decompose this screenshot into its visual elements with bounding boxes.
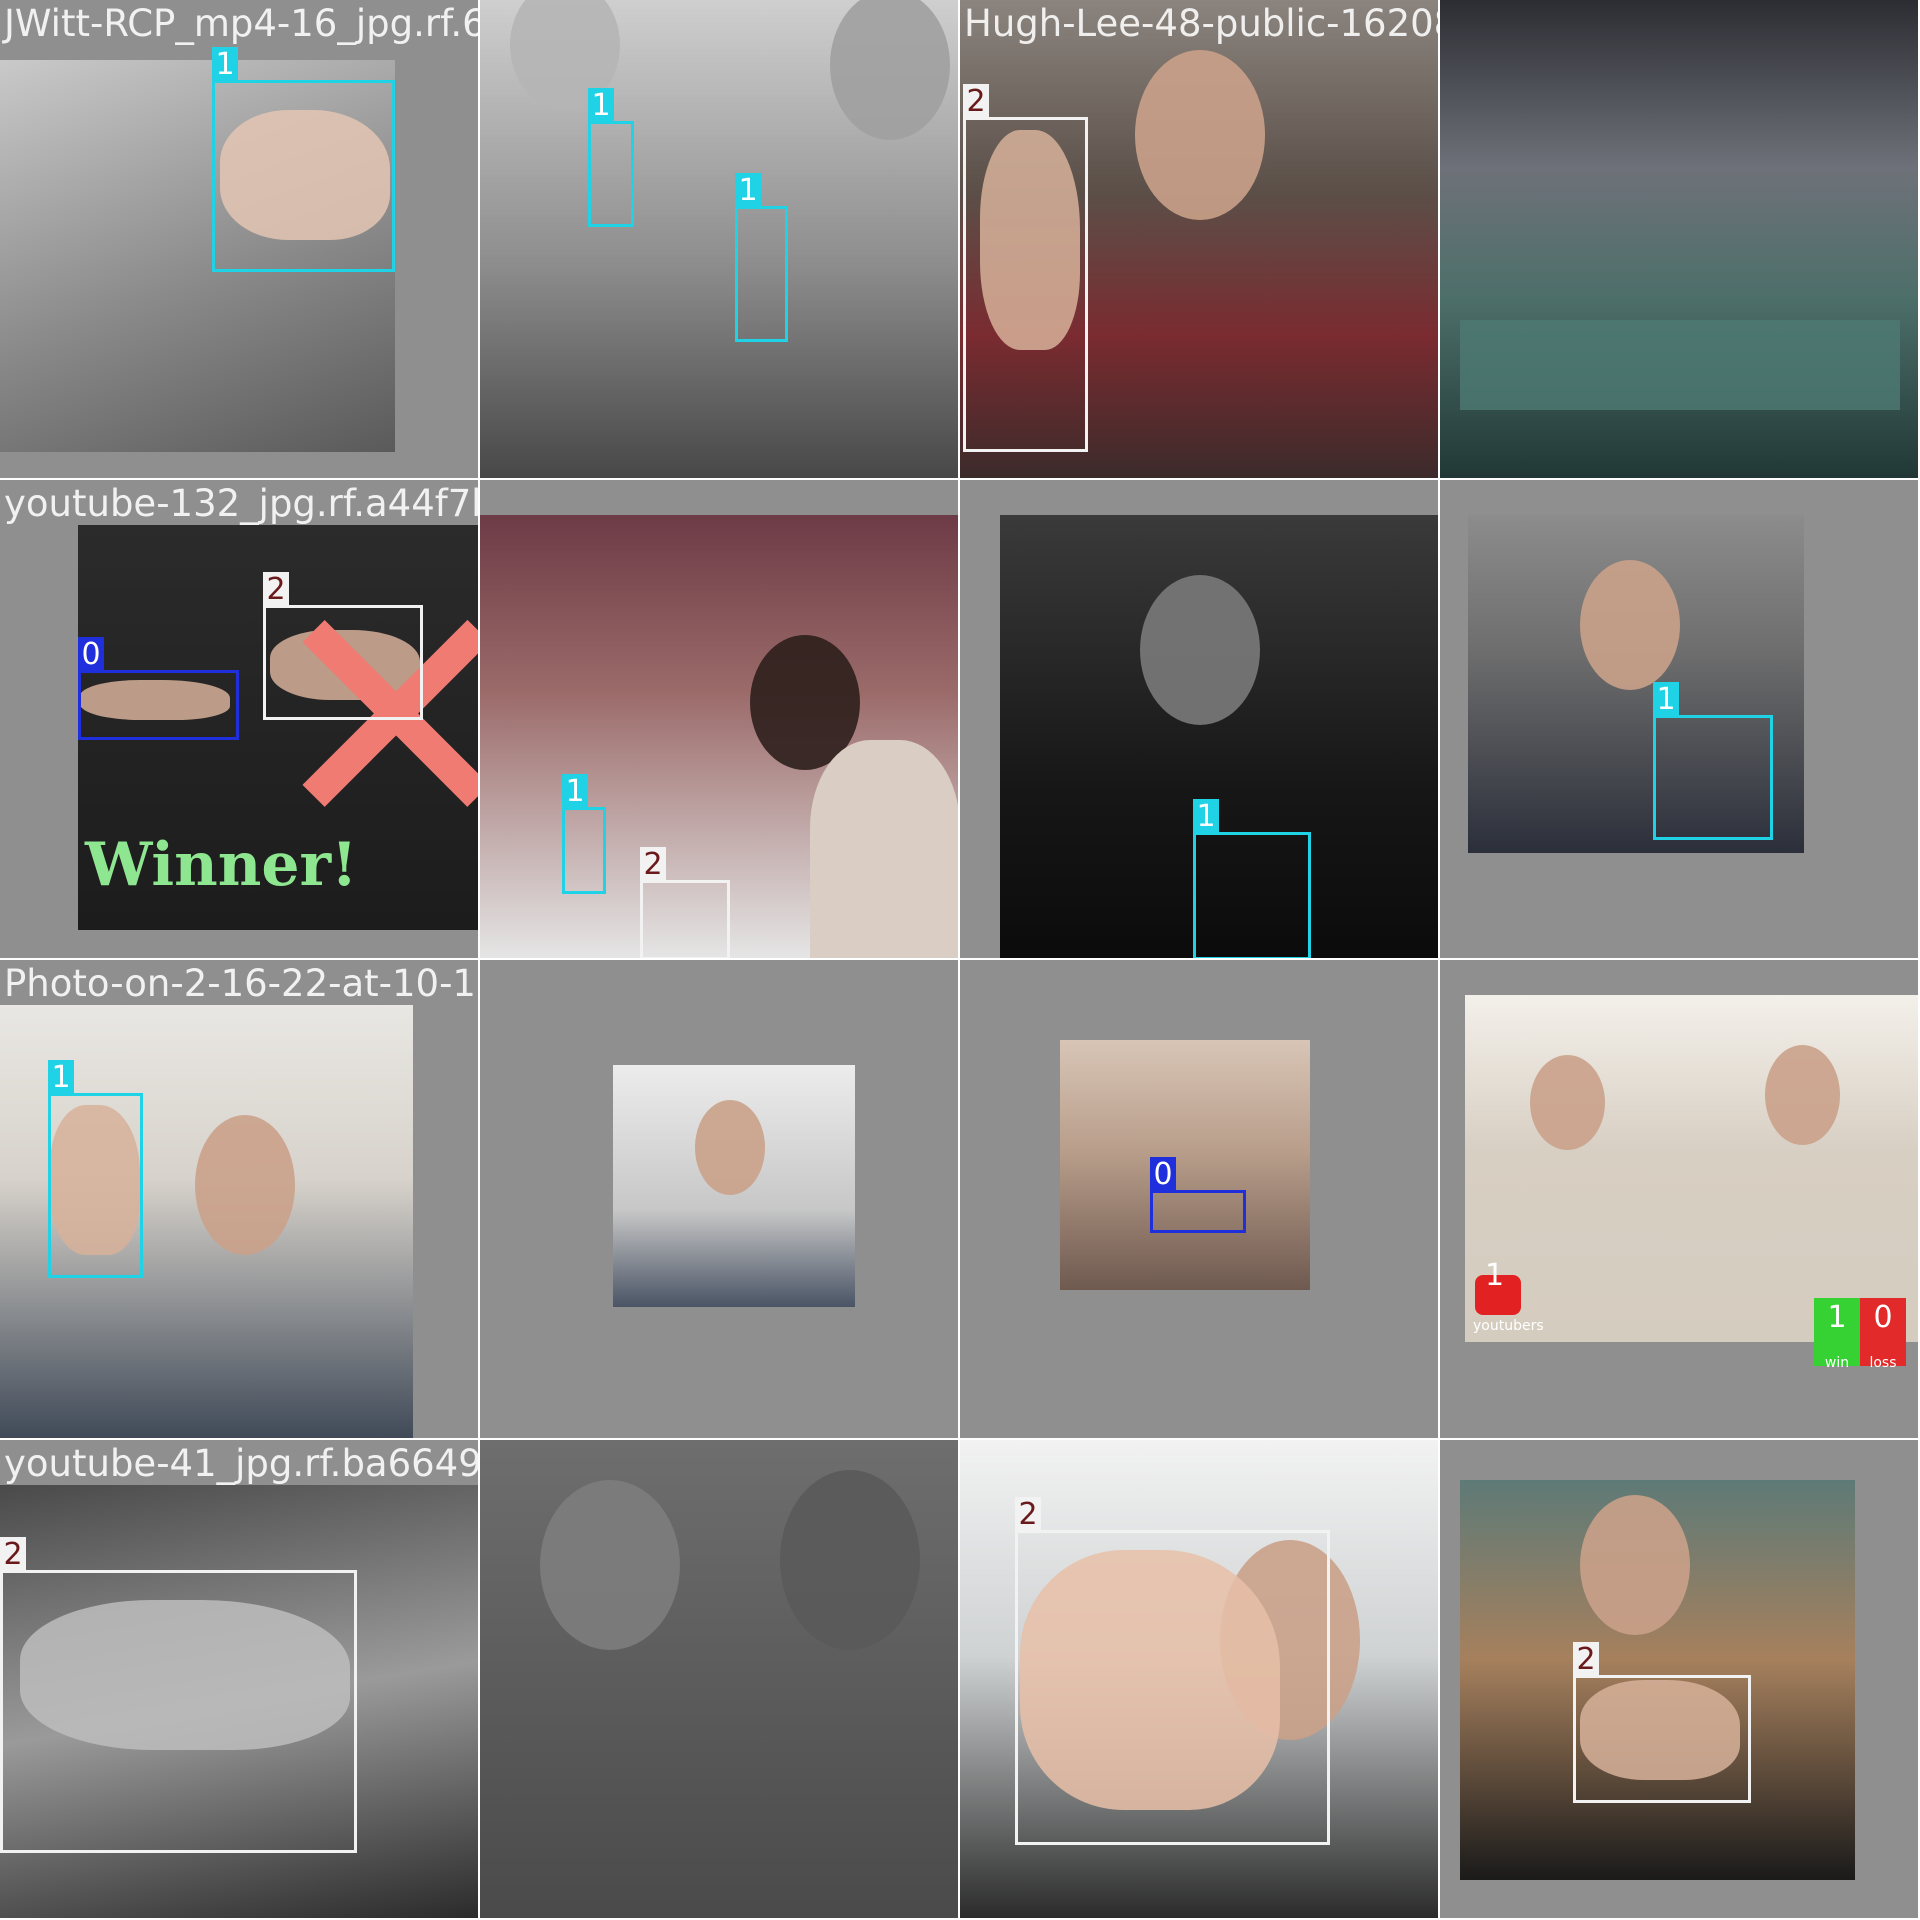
bbox-class-0: 0	[1150, 1157, 1246, 1233]
bbox-class-2: 2	[963, 84, 1088, 452]
tile-1: 1 JWitt-RCP_mp4-16_jpg.rf.6639ca5ff0eae2…	[0, 0, 480, 480]
tile-9: 1 Photo-on-2-16-22-at-10-19-AM-10_jpg.rf…	[0, 960, 480, 1440]
bbox-label: 1	[48, 1060, 74, 1096]
tile-title: Photo-on-2-16-22-at-10-19-AM-10_jpg.rf.6…	[4, 962, 478, 1005]
bbox-label: 1	[562, 774, 588, 810]
bbox-class-1: 1	[1653, 682, 1773, 840]
tile-title: youtube-132_jpg.rf.a44f7b270121 6bd96 94…	[4, 482, 478, 525]
tile-title: Hugh-Lee-48-public-1620849831752_ipsd-jp…	[964, 2, 1438, 45]
bbox-class-2: 2	[0, 1537, 357, 1853]
win-label: win	[1824, 1355, 1850, 1371]
person-face	[1140, 575, 1260, 725]
class-tag: 1	[1485, 1258, 1505, 1293]
tile-10	[480, 960, 960, 1440]
tile-11: 0	[960, 960, 1440, 1440]
win-count: 1	[1827, 1300, 1847, 1335]
bbox-label: 2	[963, 84, 989, 120]
bbox-label: 2	[263, 572, 289, 608]
bbox-class-1: 1	[48, 1060, 143, 1278]
person-face	[1530, 1055, 1605, 1150]
person-body	[810, 740, 958, 958]
tile-7: 1	[960, 480, 1440, 960]
person-head	[780, 1470, 920, 1650]
bbox-class-1: 1	[1193, 799, 1311, 958]
person-face	[695, 1100, 765, 1195]
bbox-class-1: 1	[588, 88, 634, 227]
photo	[1465, 995, 1918, 1342]
youtubers-label: youtubers	[1473, 1318, 1544, 1334]
person-head	[540, 1480, 680, 1650]
bbox-label: 1	[1193, 799, 1219, 835]
bbox-label: 2	[1573, 1642, 1599, 1678]
bbox-class-2: 2	[263, 572, 423, 720]
bbox-label: 2	[640, 847, 666, 883]
person-face	[1580, 560, 1680, 690]
bbox-label: 1	[212, 47, 238, 83]
win-score: 1 win	[1814, 1298, 1860, 1371]
bbox-class-2: 2	[1573, 1642, 1751, 1803]
bbox-class-2: 2	[1015, 1497, 1330, 1845]
photo	[1060, 1040, 1310, 1290]
tile-2: 1 1	[480, 0, 960, 480]
bbox-label: 1	[1653, 682, 1679, 718]
bbox-label: 2	[0, 1537, 26, 1573]
winner-text: Winner!	[85, 830, 358, 900]
bbox-class-1: 1	[735, 173, 788, 342]
tile-12: youtubers 1 win 0 loss 1	[1440, 960, 1920, 1440]
person-face	[1580, 1495, 1690, 1635]
bbox-class-1: 1	[562, 774, 606, 894]
tile-title: JWitt-RCP_mp4-16_jpg.rf.6639ca5ff0eae2bb…	[4, 2, 480, 45]
tile-5: ✕ Winner! 0 2 youtube-132_jpg.rf.a44f7b2…	[0, 480, 480, 960]
pool-water	[1460, 320, 1900, 410]
loss-label: loss	[1869, 1355, 1897, 1371]
tile-8: 1	[1440, 480, 1920, 960]
tile-15: 2	[960, 1440, 1440, 1920]
tile-3: 2 Hugh-Lee-48-public-1620849831752_ipsd-…	[960, 0, 1440, 480]
tile-6: 1 2	[480, 480, 960, 960]
loss-score: 0 loss	[1860, 1298, 1906, 1371]
bbox-label: 2	[1015, 1497, 1041, 1533]
bbox-class-1: 1	[212, 47, 395, 272]
bbox-label: 1	[588, 88, 614, 124]
loss-count: 0	[1873, 1300, 1893, 1335]
person-face	[1765, 1045, 1840, 1145]
bbox-label: 1	[735, 173, 761, 209]
detection-mosaic: 1 JWitt-RCP_mp4-16_jpg.rf.6639ca5ff0eae2…	[0, 0, 1920, 1920]
tile-4	[1440, 0, 1920, 480]
bbox-label: 0	[1150, 1157, 1176, 1193]
tile-14	[480, 1440, 960, 1920]
tile-13: 2 youtube-41_jpg.rf.ba664953 24e42 2-Re4…	[0, 1440, 480, 1920]
person-face	[1135, 50, 1265, 220]
bbox-class-0: 0	[78, 637, 239, 740]
tile-16: 2	[1440, 1440, 1920, 1920]
person-face	[195, 1115, 295, 1255]
bbox-label: 0	[78, 637, 104, 673]
bbox-class-2: 2	[640, 847, 730, 958]
tile-title: youtube-41_jpg.rf.ba664953 24e42 2-Re422…	[4, 1442, 480, 1485]
